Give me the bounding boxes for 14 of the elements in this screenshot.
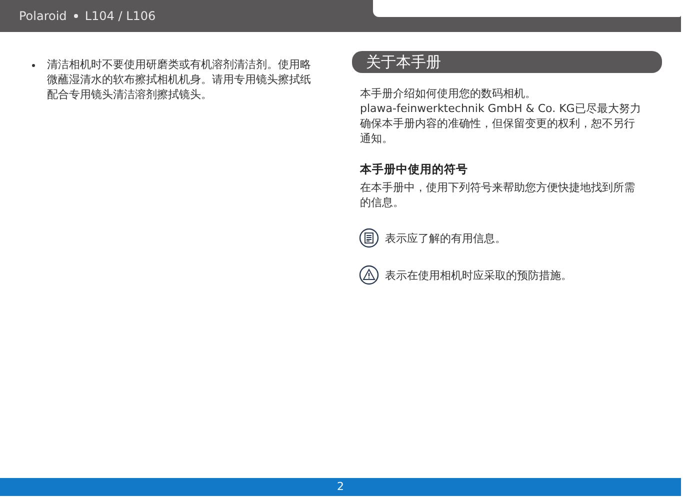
bullet-text: 清洁相机时不要使用研磨类或有机溶剂清洁剂。使用略微蘸湿清水的软布擦拭相机机身。请用专用镜头擦拭纸配合专用镜头清洁溶剂擦拭镜头。 xyxy=(46,57,312,102)
warning-icon xyxy=(359,265,379,285)
symbol-description: 表示在使用相机时应采取的预防措施。 xyxy=(385,268,572,282)
bullet-icon xyxy=(32,64,35,67)
section-title: 关于本手册 xyxy=(352,51,662,73)
paragraph: 本手册介绍如何使用您的数码相机。 xyxy=(360,86,537,101)
note-icon xyxy=(359,228,379,248)
model-name: L104 / L106 xyxy=(84,8,156,24)
paragraph: plawa-feinwerktechnik GmbH & Co. KG已尽最大努力确保本手册内容的准确性，但保留变更的权利，恕不另行通知。 xyxy=(360,101,642,146)
subheading: 本手册中使用的符号 xyxy=(360,162,469,177)
brand-name: Polaroid xyxy=(19,8,67,24)
paragraph: 在本手册中，使用下列符号来帮助您方便快捷地找到所需的信息。 xyxy=(360,180,636,210)
page-number: 2 xyxy=(337,478,344,495)
symbol-description: 表示应了解的有用信息。 xyxy=(385,230,506,246)
